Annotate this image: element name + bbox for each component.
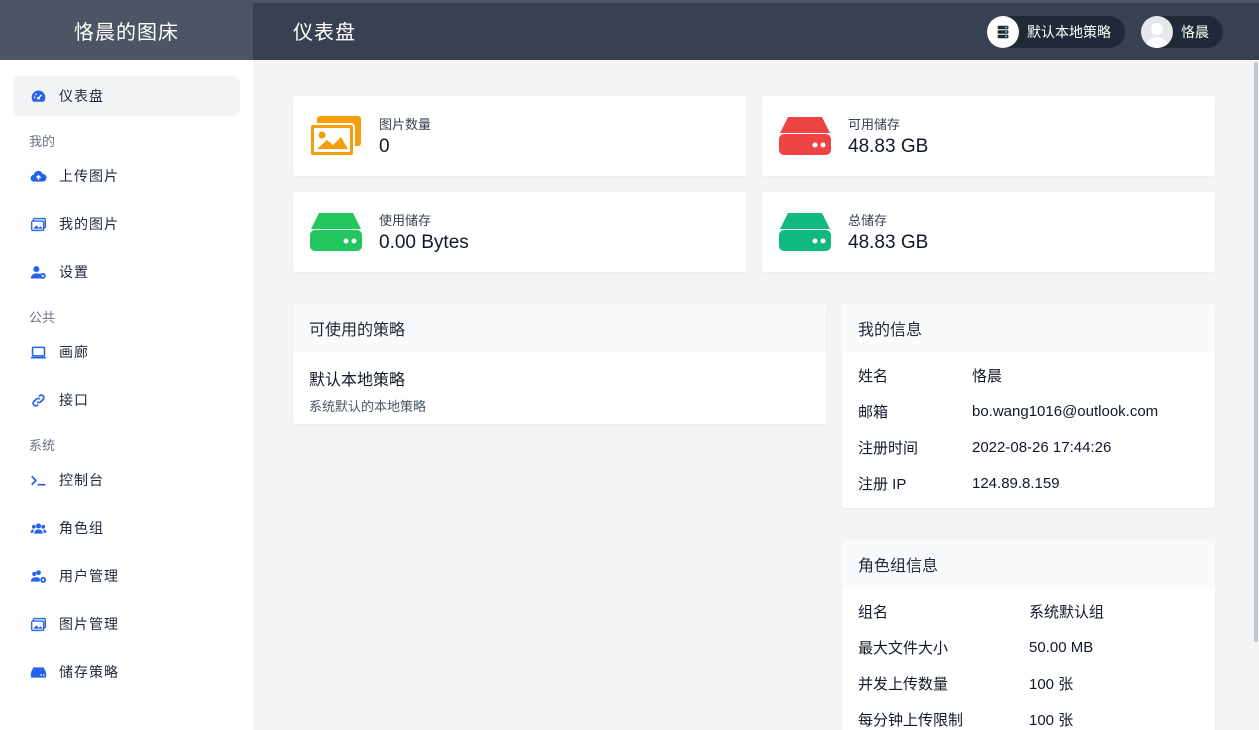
user-name: 恪晨 <box>1181 24 1209 40</box>
policy-description: 系统默认的本地策略 <box>309 399 427 414</box>
stat-value: 0 <box>379 136 390 157</box>
sidebar-item-gallery[interactable]: 画廊 <box>13 332 240 372</box>
info-value: bo.wang1016@outlook.com <box>972 402 1159 420</box>
info-value: 50.00 MB <box>1029 638 1094 656</box>
stat-value: 0.00 Bytes <box>379 232 469 253</box>
sidebar-item-label: 角色组 <box>59 520 104 536</box>
info-row-name: 姓名 恪晨 <box>842 357 1215 393</box>
top-edge <box>0 0 1259 3</box>
sidebar-item-label: 接口 <box>59 392 89 408</box>
dashboard-icon <box>29 87 47 105</box>
role-row-rate-limit: 每分钟上传限制 100 张 <box>842 701 1215 730</box>
sidebar-item-dashboard[interactable]: 仪表盘 <box>13 76 240 116</box>
info-value: 100 张 <box>1029 711 1074 729</box>
info-value: 恪晨 <box>972 367 1003 385</box>
sidebar: 恪晨的图床 仪表盘 我的 上传图片 我的图片 设置 公共 画廊 接口 系统 控制… <box>0 0 253 730</box>
top-header: 仪表盘 默认本地策略 恪晨 <box>253 0 1259 60</box>
sidebar-item-settings[interactable]: 设置 <box>13 252 240 292</box>
info-value: 2022-08-26 17:44:26 <box>972 438 1112 456</box>
panel-title: 我的信息 <box>842 304 1215 352</box>
info-key: 姓名 <box>858 367 889 385</box>
brand-title[interactable]: 恪晨的图床 <box>0 0 253 60</box>
server-icon <box>987 16 1019 48</box>
sidebar-item-label: 用户管理 <box>59 568 119 584</box>
info-key: 每分钟上传限制 <box>858 711 964 729</box>
stat-label: 总储存 <box>848 213 888 228</box>
stat-value: 48.83 GB <box>848 232 929 253</box>
hard-drive-icon <box>779 213 831 251</box>
stat-card-available-storage: 可用储存 48.83 GB <box>762 96 1215 176</box>
policy-name: 默认本地策略 <box>309 372 406 389</box>
terminal-icon <box>29 471 47 489</box>
avatar <box>1141 16 1173 48</box>
strategy-button[interactable]: 默认本地策略 <box>987 16 1125 48</box>
info-key: 组名 <box>858 603 889 621</box>
header-actions: 默认本地策略 恪晨 <box>987 16 1223 48</box>
page-scrollbar[interactable] <box>1253 60 1259 730</box>
sidebar-item-my-images[interactable]: 我的图片 <box>13 204 240 244</box>
stat-label: 使用储存 <box>379 213 432 228</box>
policies-panel: 可使用的策略 默认本地策略 系统默认的本地策略 <box>293 304 826 424</box>
images-icon <box>29 215 47 233</box>
info-value: 124.89.8.159 <box>972 474 1060 492</box>
info-row-registered: 注册时间 2022-08-26 17:44:26 <box>842 429 1215 465</box>
user-gear-icon <box>29 263 47 281</box>
info-key: 注册时间 <box>858 439 919 457</box>
stat-card-used-storage: 使用储存 0.00 Bytes <box>293 192 746 272</box>
users-group-icon <box>29 519 47 537</box>
role-row-group: 组名 系统默认组 <box>842 593 1215 629</box>
sidebar-item-label: 控制台 <box>59 472 104 488</box>
role-info-panel: 角色组信息 组名 系统默认组 最大文件大小 50.00 MB 并发上传数量 100 张… <box>842 540 1215 730</box>
sidebar-item-storage[interactable]: 储存策略 <box>13 652 240 692</box>
strategy-label: 默认本地策略 <box>1027 24 1111 40</box>
stat-card-total-storage: 总储存 48.83 GB <box>762 192 1215 272</box>
sidebar-item-label: 我的图片 <box>59 216 119 232</box>
panel-title: 角色组信息 <box>842 540 1215 588</box>
sidebar-item-label: 画廊 <box>59 344 89 360</box>
hard-drive-icon <box>29 663 47 681</box>
images-icon <box>29 615 47 633</box>
cloud-upload-icon <box>29 167 47 185</box>
sidebar-item-console[interactable]: 控制台 <box>13 460 240 500</box>
my-info-panel: 我的信息 姓名 恪晨 邮箱 bo.wang1016@outlook.com 注册时间… <box>842 304 1215 508</box>
images-icon <box>309 116 361 157</box>
sidebar-item-users[interactable]: 用户管理 <box>13 556 240 596</box>
page-title: 仪表盘 <box>293 21 356 44</box>
sidebar-nav: 仪表盘 我的 上传图片 我的图片 设置 公共 画廊 接口 系统 控制台 角色组 … <box>0 60 253 692</box>
info-value: 100 张 <box>1029 675 1074 693</box>
info-key: 注册 IP <box>858 475 907 493</box>
sidebar-item-images[interactable]: 图片管理 <box>13 604 240 644</box>
stat-label: 可用储存 <box>848 117 901 132</box>
nav-group-public: 公共 <box>29 309 56 325</box>
stat-value: 48.83 GB <box>848 136 929 157</box>
stat-card-image-count: 图片数量 0 <box>293 96 746 176</box>
role-row-concurrency: 并发上传数量 100 张 <box>842 665 1215 701</box>
panel-title: 可使用的策略 <box>293 304 826 352</box>
hard-drive-icon <box>310 213 362 251</box>
nav-group-mine: 我的 <box>29 133 56 149</box>
hard-drive-icon <box>779 117 831 155</box>
policy-item[interactable]: 默认本地策略 系统默认的本地策略 <box>293 366 826 415</box>
link-icon <box>29 391 47 409</box>
info-row-ip: 注册 IP 124.89.8.159 <box>842 465 1215 501</box>
sidebar-item-label: 上传图片 <box>59 168 119 184</box>
stat-label: 图片数量 <box>379 117 432 132</box>
laptop-icon <box>29 343 47 361</box>
sidebar-item-roles[interactable]: 角色组 <box>13 508 240 548</box>
sidebar-item-label: 储存策略 <box>59 664 119 680</box>
info-key: 并发上传数量 <box>858 675 949 693</box>
user-menu-button[interactable]: 恪晨 <box>1141 16 1223 48</box>
sidebar-item-upload[interactable]: 上传图片 <box>13 156 240 196</box>
info-row-email: 邮箱 bo.wang1016@outlook.com <box>842 393 1215 429</box>
info-value: 系统默认组 <box>1029 603 1105 621</box>
nav-group-system: 系统 <box>29 437 56 453</box>
info-key: 邮箱 <box>858 403 889 421</box>
sidebar-item-api[interactable]: 接口 <box>13 380 240 420</box>
sidebar-item-label: 设置 <box>59 264 89 280</box>
sidebar-item-label: 图片管理 <box>59 616 119 632</box>
role-row-max-size: 最大文件大小 50.00 MB <box>842 629 1215 665</box>
info-key: 最大文件大小 <box>858 639 949 657</box>
sidebar-item-label: 仪表盘 <box>59 88 104 104</box>
users-gear-icon <box>29 567 47 585</box>
